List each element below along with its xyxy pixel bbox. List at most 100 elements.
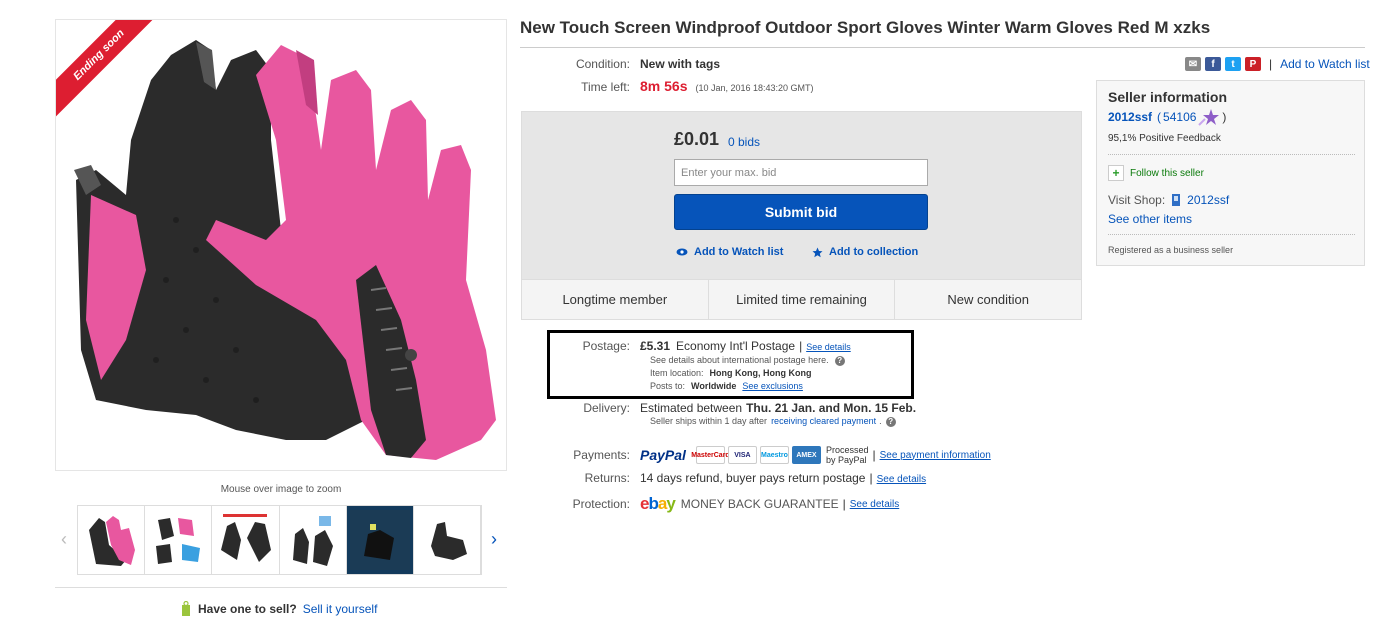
sell-question: Have one to sell? <box>198 602 297 616</box>
price-tag-icon <box>182 601 190 616</box>
seller-info-box: Seller information 2012ssf (54106 ) 95,1… <box>1096 80 1365 266</box>
postage-see-details-link[interactable]: See details <box>806 342 851 352</box>
item-location-row: Item location: Hong Kong, Hong Kong <box>650 368 812 378</box>
visa-icon: VISA <box>727 446 757 464</box>
thumbnail-1[interactable] <box>78 506 146 574</box>
item-badges: Longtime member Limited time remaining N… <box>522 279 1081 319</box>
condition-row: Condition: New with tags <box>520 57 720 71</box>
payments-label: Payments: <box>573 448 630 462</box>
glove-thumb-icon <box>89 516 136 566</box>
share-row: ✉ f t P | Add to Watch list <box>1185 57 1370 71</box>
postage-row: Postage: £5.31 Economy Int'l Postage | S… <box>520 339 851 353</box>
thumbnail-2[interactable] <box>145 506 213 574</box>
feedback-score-link[interactable]: 54106 <box>1163 110 1196 124</box>
delivery-prefix: Estimated between <box>640 401 743 415</box>
seller-name-link[interactable]: 2012ssf <box>1108 110 1152 124</box>
follow-seller-label: Follow this seller <box>1130 167 1204 179</box>
item-location-value: Hong Kong, Hong Kong <box>709 368 812 378</box>
payments-row: Payments: PayPal MasterCard VISA Maestro… <box>520 445 991 465</box>
share-add-to-watch-list-link[interactable]: Add to Watch list <box>1280 57 1370 71</box>
eye-icon <box>676 248 688 256</box>
time-left-label: Time left: <box>581 80 630 94</box>
badge-longtime-member: Longtime member <box>522 280 709 319</box>
badge-new-condition: New condition <box>947 292 1029 307</box>
returns-see-details-link[interactable]: See details <box>877 474 926 485</box>
paypal-logo: PayPal <box>640 447 686 463</box>
postage-price: £5.31 <box>640 339 671 353</box>
returns-label: Returns: <box>584 471 630 485</box>
email-icon[interactable]: ✉ <box>1185 57 1201 71</box>
protection-see-details-link[interactable]: See details <box>850 499 899 510</box>
main-product-image[interactable]: Ending soon <box>55 19 507 471</box>
thumbnail-strip: ‹ › <box>55 505 507 577</box>
badge-limited-time: Limited time remaining <box>709 280 896 319</box>
payment-info-link[interactable]: See payment information <box>880 450 991 461</box>
by-paypal-text: by PayPal <box>825 455 867 465</box>
submit-bid-button[interactable]: Submit bid <box>674 194 928 230</box>
pinterest-icon[interactable]: P <box>1245 57 1261 71</box>
registered-business-note: Registered as a business seller <box>1108 245 1234 255</box>
divider <box>520 47 1365 48</box>
cleared-payment-link[interactable]: receiving cleared payment <box>771 416 876 426</box>
facebook-icon[interactable]: f <box>1205 57 1221 71</box>
ebay-logo: ebay <box>640 494 676 513</box>
postage-service: Economy Int'l Postage <box>676 339 796 353</box>
intl-postage-note: See details about international postage … <box>650 355 829 365</box>
see-other-items-link[interactable]: See other items <box>1108 212 1192 226</box>
follow-seller[interactable]: + Follow this seller <box>1108 165 1204 181</box>
thumbnail-6[interactable] <box>413 506 482 574</box>
visit-shop-row: Visit Shop: 2012ssf <box>1108 193 1229 207</box>
shop-icon <box>1172 194 1181 206</box>
ships-note-end: . <box>879 416 882 426</box>
seller-name-row: 2012ssf (54106 ) <box>1108 109 1227 126</box>
ships-note: Seller ships within 1 day after <box>650 416 768 426</box>
max-bid-input[interactable] <box>674 159 928 186</box>
shop-link[interactable]: 2012ssf <box>1187 193 1229 207</box>
divider <box>1108 154 1355 155</box>
intl-postage-note-row: See details about international postage … <box>650 355 845 366</box>
glove-photo <box>74 40 496 460</box>
add-to-watch-list-link[interactable]: Add to Watch list <box>676 246 783 258</box>
twitter-icon[interactable]: t <box>1225 57 1241 71</box>
maestro-icon: Maestro <box>759 446 789 464</box>
current-price: £0.01 <box>674 129 720 149</box>
divider <box>1108 234 1355 235</box>
watch-list-label: Add to Watch list <box>694 246 784 258</box>
see-exclusions-link[interactable]: See exclusions <box>742 381 803 391</box>
returns-text: 14 days refund, buyer pays return postag… <box>640 471 866 485</box>
bid-count-link[interactable]: 0 bids <box>728 135 760 149</box>
item-location-label: Item location: <box>650 368 704 378</box>
glove-thumb-icon <box>156 518 201 564</box>
thumbnail-5[interactable] <box>346 506 414 574</box>
seller-paren-close: ) <box>1222 110 1227 124</box>
protection-row: Protection: ebay MONEY BACK GUARANTEE | … <box>520 494 900 514</box>
glove-thumb-icon <box>430 522 467 560</box>
thumbnail-list <box>77 505 482 575</box>
returns-row: Returns: 14 days refund, buyer pays retu… <box>520 471 926 485</box>
glove-thumb-icon <box>349 510 410 570</box>
money-back-guarantee: MONEY BACK GUARANTEE <box>680 497 839 511</box>
end-date: (10 Jan, 2016 18:43:20 GMT) <box>695 83 814 93</box>
seller-info-title: Seller information <box>1108 89 1228 105</box>
condition-label: Condition: <box>575 57 630 71</box>
add-to-collection-link[interactable]: Add to collection <box>812 246 918 258</box>
sell-it-yourself-link[interactable]: Sell it yourself <box>303 602 378 616</box>
chevron-right-icon[interactable]: › <box>485 529 503 550</box>
posts-to-label: Posts to: <box>650 381 686 391</box>
item-title: New Touch Screen Windproof Outdoor Sport… <box>520 18 1211 37</box>
processed-text: Processed <box>825 445 869 455</box>
posts-to-row: Posts to: Worldwide See exclusions <box>650 381 803 391</box>
glove-thumb-icon <box>221 514 272 562</box>
thumbnail-4[interactable] <box>279 506 347 574</box>
ships-note-row: Seller ships within 1 day after receivin… <box>650 416 896 427</box>
condition-value: New with tags <box>640 57 721 71</box>
posts-to-value: Worldwide <box>691 381 737 391</box>
delivery-row: Delivery: Estimated between Thu. 21 Jan.… <box>520 401 916 415</box>
help-icon[interactable]: ? <box>834 356 845 366</box>
mastercard-icon: MasterCard <box>691 446 730 464</box>
delivery-label: Delivery: <box>583 401 630 415</box>
thumbnail-3[interactable] <box>212 506 280 574</box>
chevron-left-icon[interactable]: ‹ <box>55 529 73 550</box>
visit-shop-label: Visit Shop: <box>1108 193 1166 207</box>
help-icon[interactable]: ? <box>885 417 896 427</box>
